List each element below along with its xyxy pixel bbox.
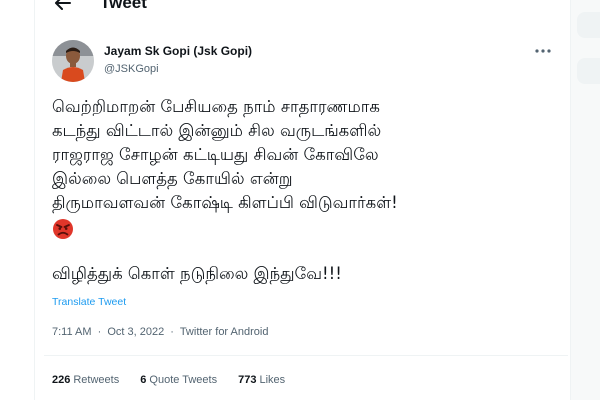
avatar[interactable]: [52, 40, 94, 82]
tweet-line: விழித்துக் கொள் நடுநிலை இந்துவே!!!: [52, 264, 342, 283]
tweet-text: வெற்றிமாறன் பேசியதை நாம் சாதாரணமாக கடந்த…: [52, 95, 562, 286]
author-name[interactable]: Jayam Sk Gopi (Jsk Gopi): [104, 44, 252, 58]
tweet-meta: 7:11 AM · Oct 3, 2022 · Twitter for Andr…: [52, 326, 271, 338]
tweet-time[interactable]: 7:11 AM: [52, 326, 92, 338]
translate-tweet-link[interactable]: Translate Tweet: [52, 296, 126, 308]
likes-label: Likes: [259, 374, 286, 386]
quote-tweets-stat[interactable]: 6 Quote Tweets: [140, 374, 217, 386]
tweet-date[interactable]: Oct 3, 2022: [107, 326, 164, 338]
avatar-image: [52, 40, 94, 82]
more-options-button[interactable]: [532, 40, 554, 62]
tweet-stats: 226 Retweets 6 Quote Tweets 773 Likes: [52, 374, 303, 386]
meta-separator: ·: [97, 326, 102, 338]
tweet-line: கடந்து விட்டால் இன்னும் சில வருடங்களில்: [52, 121, 382, 140]
tweet-line: வெற்றிமாறன் பேசியதை நாம் சாதாரணமாக: [52, 97, 380, 116]
page-header: Tweet: [34, 0, 570, 20]
right-sidebar: [570, 0, 600, 400]
sidebar-card[interactable]: [577, 12, 600, 38]
retweets-label: Retweets: [73, 374, 120, 386]
left-nav-rail: [0, 0, 35, 400]
tweet-author: Jayam Sk Gopi (Jsk Gopi) @JSKGopi: [52, 40, 552, 84]
divider: [44, 355, 568, 356]
sidebar-card[interactable]: [577, 58, 600, 84]
page-title: Tweet: [100, 0, 147, 12]
meta-separator: ·: [170, 326, 174, 338]
quote-tweets-count: 6: [140, 374, 147, 386]
quote-tweets-label: Quote Tweets: [149, 374, 218, 386]
likes-stat[interactable]: 773 Likes: [238, 374, 285, 386]
tweet-line: ராஜராஜ சோழன் கட்டியது சிவன் கோவிலே: [52, 145, 379, 164]
tweet-source: Twitter for Android: [179, 326, 269, 338]
retweets-stat[interactable]: 226 Retweets: [52, 374, 119, 386]
tweet-line: இல்லை பௌத்த கோயில் என்று: [52, 169, 293, 188]
back-arrow-icon: [55, 0, 71, 10]
angry-face-icon: [52, 218, 74, 240]
likes-count: 773: [238, 374, 257, 386]
more-options-icon: [535, 49, 551, 53]
author-handle[interactable]: @JSKGopi: [104, 63, 159, 75]
retweets-count: 226: [52, 374, 71, 386]
back-button[interactable]: [52, 0, 74, 14]
tweet-line: திருமாவளவன் கோஷ்டி கிளப்பி விடுவார்கள்!: [52, 193, 398, 212]
